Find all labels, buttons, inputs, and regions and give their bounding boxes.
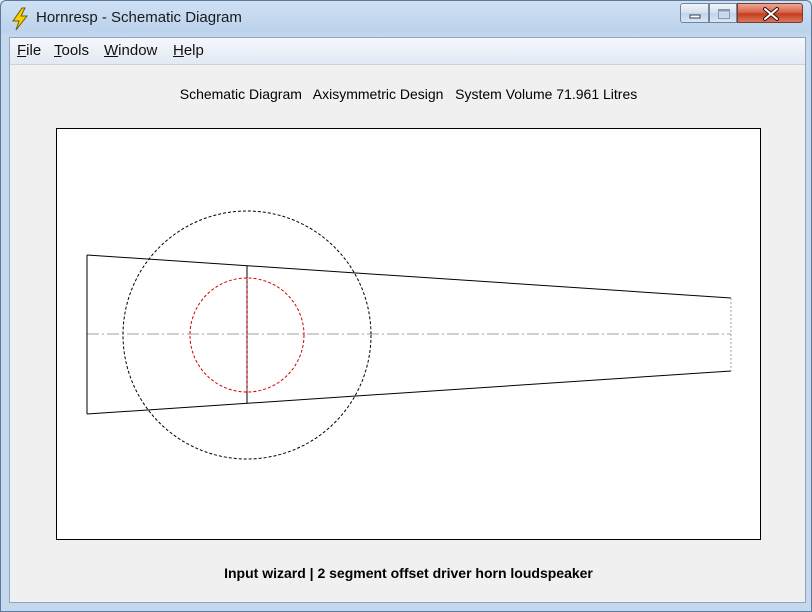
horn-lower-wall bbox=[86, 370, 732, 415]
menu-tools-accel: T bbox=[54, 42, 62, 59]
close-icon bbox=[763, 7, 779, 21]
menu-tools[interactable]: Tools bbox=[54, 42, 89, 59]
menu-help-accel: H bbox=[173, 42, 184, 59]
close-button[interactable] bbox=[737, 3, 803, 23]
menu-file[interactable]: File bbox=[17, 42, 41, 59]
window-title: Hornresp - Schematic Diagram bbox=[36, 9, 242, 26]
title-bar[interactable]: Hornresp - Schematic Diagram bbox=[1, 1, 811, 37]
client-area: File Tools Window Help Schematic Diagram… bbox=[9, 37, 806, 603]
wizard-status: Input wizard | 2 segment offset driver h… bbox=[224, 565, 593, 581]
menu-tools-label: ools bbox=[61, 42, 90, 59]
maximize-icon bbox=[718, 9, 730, 19]
menu-help-label: elp bbox=[183, 42, 204, 59]
schematic-drawing bbox=[86, 210, 732, 460]
menu-bar: File Tools Window Help bbox=[10, 38, 805, 65]
menu-window-accel: W bbox=[104, 42, 119, 59]
schematic-canvas bbox=[56, 128, 761, 540]
menu-file-label: ile bbox=[26, 42, 42, 59]
menu-window[interactable]: Window bbox=[104, 42, 157, 59]
minimize-button[interactable] bbox=[680, 3, 709, 23]
app-window: Hornresp - Schematic Diagram File Tools … bbox=[0, 0, 812, 612]
lightning-icon bbox=[12, 7, 29, 31]
minimize-icon bbox=[689, 14, 701, 19]
maximize-button[interactable] bbox=[709, 3, 737, 23]
horn-upper-wall bbox=[86, 254, 732, 299]
diagram-heading: Schematic Diagram Axisymmetric Design Sy… bbox=[179, 86, 638, 102]
menu-help[interactable]: Help bbox=[173, 42, 204, 59]
menu-file-accel: F bbox=[17, 42, 27, 59]
menu-window-label: indow bbox=[118, 42, 158, 59]
